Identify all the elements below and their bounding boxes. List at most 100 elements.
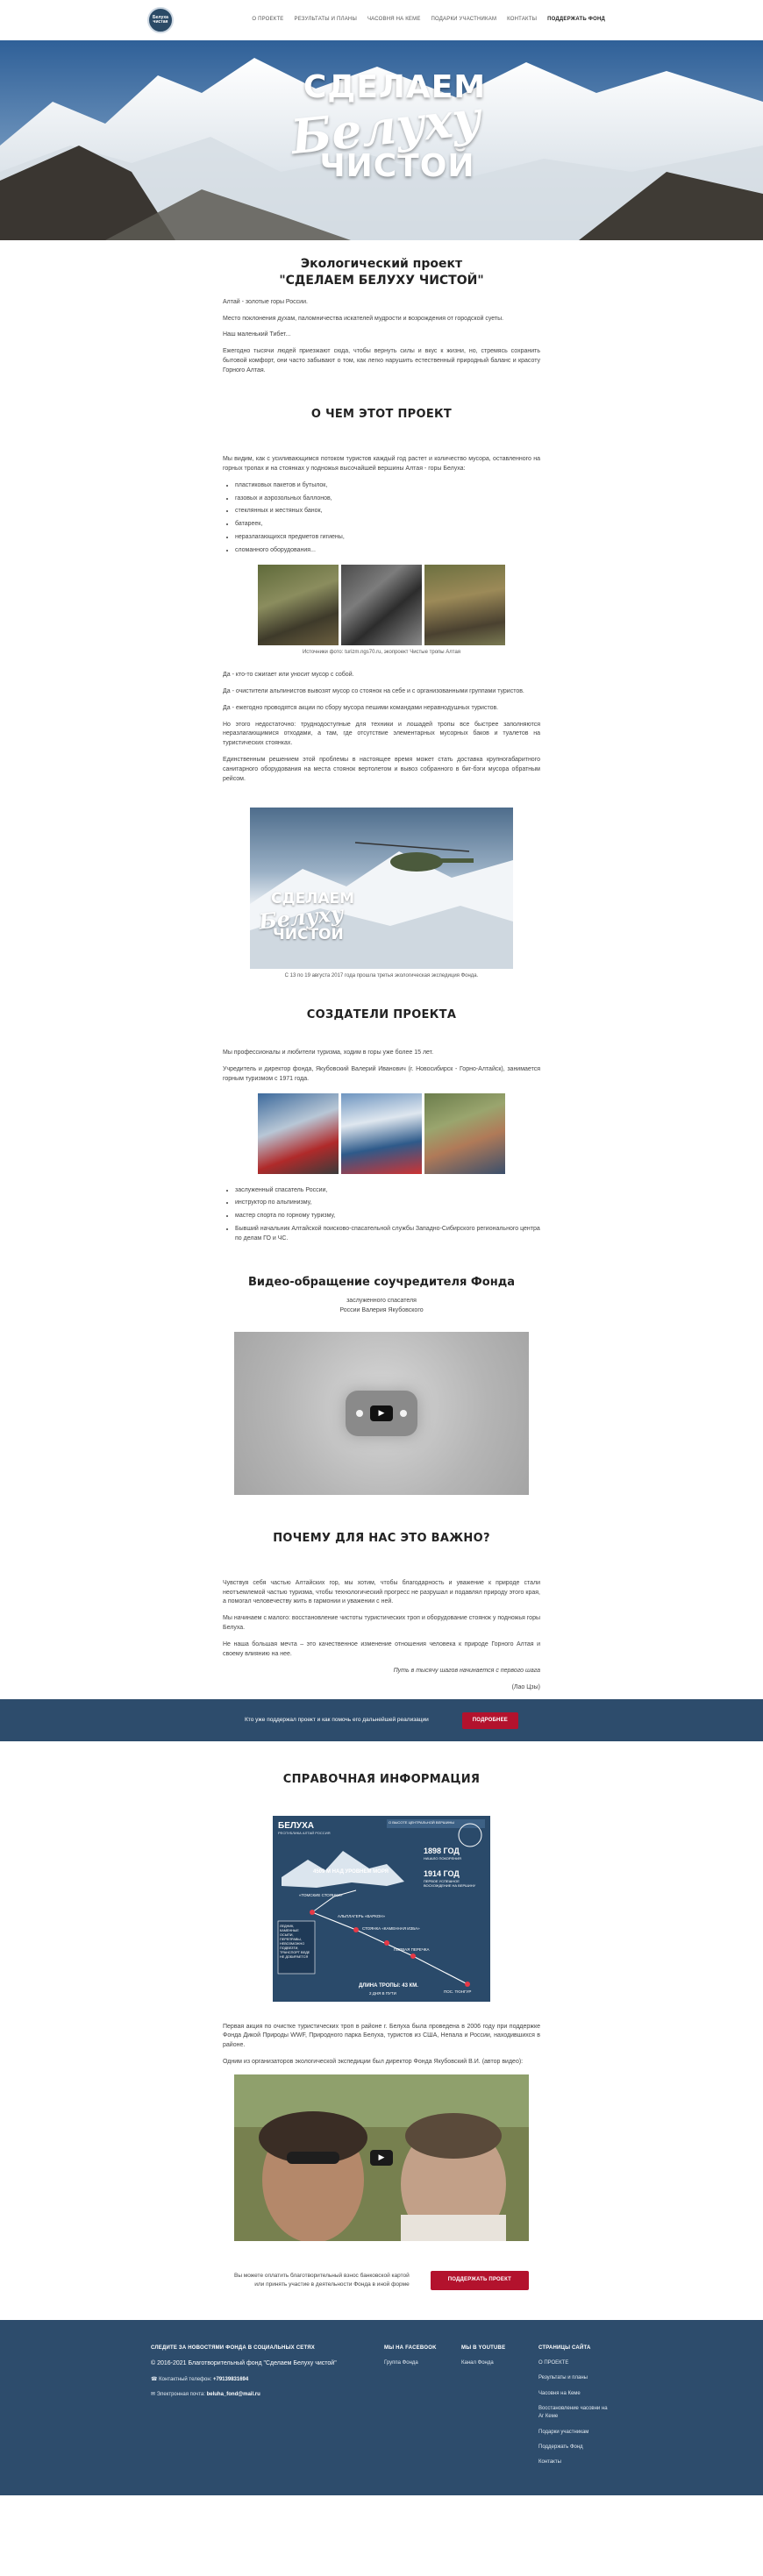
expedition-video-player[interactable]: ▶ [234,2074,529,2241]
quote-author: (Лао Цзы) [511,1683,540,1690]
footer-copyright: © 2016-2021 Благотворительный фонд "Сдел… [151,2360,337,2367]
creators-photos [223,1092,540,1174]
about-text: Мы видим, как с усиливающимся потоком ту… [223,455,540,556]
video-player[interactable]: ▶ [234,1331,529,1495]
reference-content: СПРАВОЧНАЯ ИНФОРМАЦИЯ БЕЛУХА РЕСПУБЛИКА … [223,1771,540,2241]
more-info-button[interactable]: ПОДРОБНЕЕ [461,1711,518,1730]
donate-text-line-2: или принять участие в деятельности Фонда… [254,2281,410,2288]
creators-paragraph: Мы профессионалы и любители туризма, ход… [223,1050,434,1057]
list-item: газовых и аэрозольных баллонов, [235,495,540,504]
intro-paragraph: Ежегодно тысячи людей приезжают сюда, чт… [223,348,540,374]
logo-text: Белуха чистая [153,15,168,25]
footer-page-link[interactable]: Восстановление часовни на Аг Кеме [538,2405,609,2422]
about-paragraph: Но этого недостаточно: труднодоступные д… [223,721,540,747]
section-title-video: Видео-обращение соучредителя Фонда [248,1275,515,1289]
support-info-band: Кто уже поддержал проект и как помочь ег… [0,1699,763,1742]
footer-follow-title: СЛЕДИТЕ ЗА НОВОСТЯМИ ФОНДА В СОЦИАЛЬНЫХ … [151,2345,315,2351]
footer-page-link[interactable]: Подарки участникам [538,2429,609,2437]
mail-icon: ✉ [151,2392,156,2398]
reference-text: Первая акция по очистке туристических тр… [223,2023,540,2067]
video-subtitle-line-1: заслуженного спасателя [346,1297,417,1304]
youtube-channel-link[interactable]: Канал Фонда [461,2359,538,2367]
map-label-altitude: 4509 М НАД УРОВНЕМ МОРЯ [313,1868,389,1875]
menu-item-contacts[interactable]: КОНТАКТЫ [507,16,537,24]
menu-item-chapel[interactable]: ЧАСОВНЯ НА КЕМЕ [367,16,421,24]
list-item: неразлагающихся предметов гигиены, [235,533,540,543]
video-dot [356,1409,363,1417]
facebook-group-link[interactable]: Группа Фонда [384,2359,461,2367]
hero-banner: СДЕЛАЕМ Белуху ЧИСТОЙ [0,40,763,240]
intro-text: Алтай - золотые горы России. Место покло… [223,298,540,376]
creators-paragraph: Учредитель и директор фонда, Якубовский … [223,1065,540,1082]
list-item: сломанного оборудования... [235,546,540,556]
route-infographic: БЕЛУХА РЕСПУБЛИКА АЛТАЙ РОССИЯ О ВЫСОТЕ … [273,1815,490,2002]
footer-phone: ☎ Контактный телефон: +79139831694 [151,2376,384,2384]
creators-text: Мы профессионалы и любители туризма, ход… [223,1049,540,1085]
video-subtitle-line-2: России Валерия Якубовского [339,1306,424,1313]
footer-contacts: СЛЕДИТЕ ЗА НОВОСТЯМИ ФОНДА В СОЦИАЛЬНЫХ … [151,2345,384,2495]
about-paragraph: Мы видим, как с усиливающимся потоком ту… [223,455,540,472]
play-icon[interactable]: ▶ [370,1405,393,1421]
menu-item-support[interactable]: ПОДДЕРЖАТЬ ФОНД [547,16,605,24]
pages-title: СТРАНИЦЫ САЙТА [538,2345,591,2351]
helicopter-caption: С 13 по 19 августа 2017 года прошла трет… [284,972,479,978]
list-item: мастер спорта по горному туризму, [235,1212,540,1221]
map-label-stone: СТОЯНКА «КАМЕННАЯ ИЗБА» [362,1925,420,1931]
menu-item-about[interactable]: О ПРОЕКТЕ [252,16,283,24]
youtube-title: МЫ В YOUTUBE [461,2345,506,2351]
intro-paragraph: Алтай - золотые горы России. [223,298,308,305]
helicopter-overlay-slogan: СДЕЛАЕМ Белуху ЧИСТОЙ [258,891,354,943]
footer: СЛЕДИТЕ ЗА НОВОСТЯМИ ФОНДА В СОЦИАЛЬНЫХ … [0,2319,763,2495]
footer-pages: СТРАНИЦЫ САЙТА О ПРОЕКТЕ Результаты и пл… [538,2345,609,2495]
play-icon[interactable]: ▶ [370,2149,393,2166]
garbage-photo [258,564,339,645]
section-title-why: ПОЧЕМУ ДЛЯ НАС ЭТО ВАЖНО? [273,1531,490,1545]
map-label-tomsk: «ТОМСКИЕ СТОЯНКИ» [299,1892,343,1897]
map-label-village: ПОС. ТЮНГУР [444,1989,472,1994]
hero-slogan: СДЕЛАЕМ Белуху ЧИСТОЙ [0,72,763,182]
support-info-text: Кто уже поддержал проект и как помочь ег… [245,1717,429,1724]
about-paragraph: Да - ежегодно проводятся акции по сбору … [223,704,499,711]
creator-photo [341,1092,422,1174]
phone-icon: ☎ [151,2377,158,2383]
footer-page-link[interactable]: Поддержать Фонд [538,2444,609,2451]
map-label-camp: АЛЬПЛАГЕРЬ «ВАРКОН» [338,1913,386,1918]
footer-page-link[interactable]: Часовня на Кеме [538,2390,609,2398]
creator-photo [424,1092,505,1174]
list-item: заслуженный спасатель России, [235,1186,540,1196]
footer-page-link[interactable]: Контакты [538,2459,609,2466]
why-paragraph: Не наша большая мечта – это качественное… [223,1641,540,1657]
menu-item-results[interactable]: РЕЗУЛЬТАТЫ И ПЛАНЫ [295,16,357,24]
creator-photo [258,1092,339,1174]
map-label-1898-text: НАЧАЛО ПОКОРЕНИЯ [424,1855,461,1861]
video-subtitle: заслуженного спасателя России Валерия Як… [223,1297,540,1316]
route-map [273,1815,490,2002]
facebook-title: МЫ НА FACEBOOK [384,2345,437,2351]
map-label-distance: ДЛИНА ТРОПЫ: 43 КМ. [359,1982,418,1989]
menu-item-gifts[interactable]: ПОДАРКИ УЧАСТНИКАМ [431,16,497,24]
footer-page-link[interactable]: О ПРОЕКТЕ [538,2359,609,2367]
why-text: Чувствуя себя частью Алтайских гор, мы х… [223,1579,540,1693]
donate-text-line-1: Вы можете оплатить благотворительный взн… [233,2272,410,2279]
list-item: Бывший начальник Алтайской поисково-спас… [235,1225,540,1244]
page-title-line-1: Экологический проект [300,257,463,271]
map-label-note: ЛЕДНИК, КАМЕННЫЕ ОСЫПИ, ПЕРЕПРАВЫ, НЕВОЗ… [280,1924,310,1960]
page-title-line-2: "СДЕЛАЕМ БЕЛУХУ ЧИСТОЙ" [279,273,484,288]
reference-paragraph: Одним из организаторов экологической экс… [223,2059,524,2066]
creator-credentials: заслуженный спасатель России, инструктор… [235,1186,540,1244]
email-address[interactable]: beluha_fond@mail.ru [207,2392,260,2397]
foundation-logo[interactable]: Белуха чистая [147,7,174,33]
map-header: О ВЫСОТЕ ЦЕНТРАЛЬНОЙ ВЕРШИНЫ [389,1819,454,1825]
garbage-list: пластиковых пакетов и бутылок, газовых и… [235,481,540,556]
phone-number[interactable]: +79139831694 [213,2377,248,2382]
email-label: Электронная почта: [156,2392,205,2398]
footer-page-link[interactable]: Результаты и планы [538,2374,609,2382]
list-item: пластиковых пакетов и бутылок, [235,481,540,491]
list-item: стеклянных и жестяных банок, [235,507,540,516]
garbage-photo [424,564,505,645]
top-navigation: Белуха чистая О ПРОЕКТЕ РЕЗУЛЬТАТЫ И ПЛА… [0,0,763,40]
map-label-pass: ПЕРВАЯ ПЕРЕЧКА [394,1946,430,1952]
about-paragraph: Да - кто-то сжигает или уносит мусор с с… [223,672,354,679]
about-text-2: Да - кто-то сжигает или уносит мусор с с… [223,671,540,785]
support-project-button[interactable]: ПОДДЕРЖАТЬ ПРОЕКТ [430,2271,530,2290]
